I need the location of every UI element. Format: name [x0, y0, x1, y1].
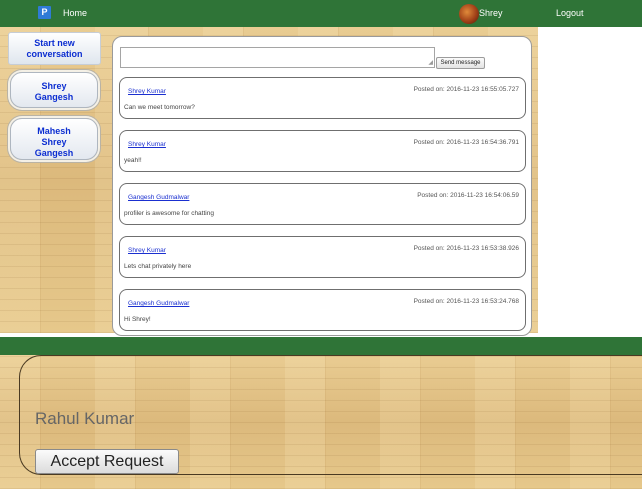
post-text: Lets chat privately here: [124, 263, 192, 270]
post-timestamp: Posted on: 2016-11-23 16:54:06.59: [417, 192, 519, 199]
post-text: Hi Shrey!: [124, 316, 151, 323]
accept-request-button[interactable]: Accept Request: [35, 449, 179, 474]
post-timestamp: Posted on: 2016-11-23 16:53:24.768: [413, 298, 519, 305]
conversation-item[interactable]: Shrey Gangesh: [10, 72, 98, 108]
post-timestamp: Posted on: 2016-11-23 16:55:05.727: [413, 86, 519, 93]
post-timestamp: Posted on: 2016-11-23 16:53:38.926: [413, 245, 519, 252]
start-new-conversation-button[interactable]: Start new conversation: [8, 32, 101, 65]
request-sender-name: Rahul Kumar: [35, 409, 135, 428]
chat-post: Shrey Kumar Posted on: 2016-11-23 16:53:…: [119, 236, 526, 278]
post-timestamp: Posted on: 2016-11-23 16:54:36.791: [413, 139, 519, 146]
chat-post: Shrey Kumar Posted on: 2016-11-23 16:54:…: [119, 130, 526, 172]
send-message-button[interactable]: Send message: [436, 57, 485, 69]
resize-grip-icon[interactable]: ◢: [428, 59, 433, 66]
chat-panel: ◢ Send message Shrey Kumar Posted on: 20…: [112, 36, 532, 336]
chat-post: Gangesh Gudmalwar Posted on: 2016-11-23 …: [119, 183, 526, 225]
post-author-link[interactable]: Shrey Kumar: [128, 88, 166, 95]
post-text: profiler is awesome for chatting: [124, 210, 214, 217]
user-avatar[interactable]: [459, 4, 479, 24]
chat-post: Shrey Kumar Posted on: 2016-11-23 16:55:…: [119, 77, 526, 119]
home-link[interactable]: Home: [63, 8, 87, 18]
chat-post: Gangesh Gudmalwar Posted on: 2016-11-23 …: [119, 289, 526, 331]
post-author-link[interactable]: Gangesh Gudmalwar: [128, 300, 189, 307]
conversation-item[interactable]: Mahesh Shrey Gangesh: [10, 118, 98, 160]
app-logo-icon[interactable]: P: [38, 6, 51, 19]
post-text: Can we meet tomorrow?: [124, 104, 195, 111]
post-author-link[interactable]: Shrey Kumar: [128, 141, 166, 148]
user-name-link[interactable]: Shrey: [479, 8, 503, 18]
post-author-link[interactable]: Shrey Kumar: [128, 247, 166, 254]
message-input[interactable]: ◢: [120, 47, 435, 68]
conversation-sidebar: Start new conversation Shrey Gangesh Mah…: [0, 27, 108, 333]
logout-link[interactable]: Logout: [556, 8, 584, 18]
post-text: yeah!!: [124, 157, 142, 164]
top-nav-bar: P Home Shrey Logout: [0, 0, 642, 27]
bottom-nav-bar: [0, 337, 642, 355]
post-author-link[interactable]: Gangesh Gudmalwar: [128, 194, 189, 201]
